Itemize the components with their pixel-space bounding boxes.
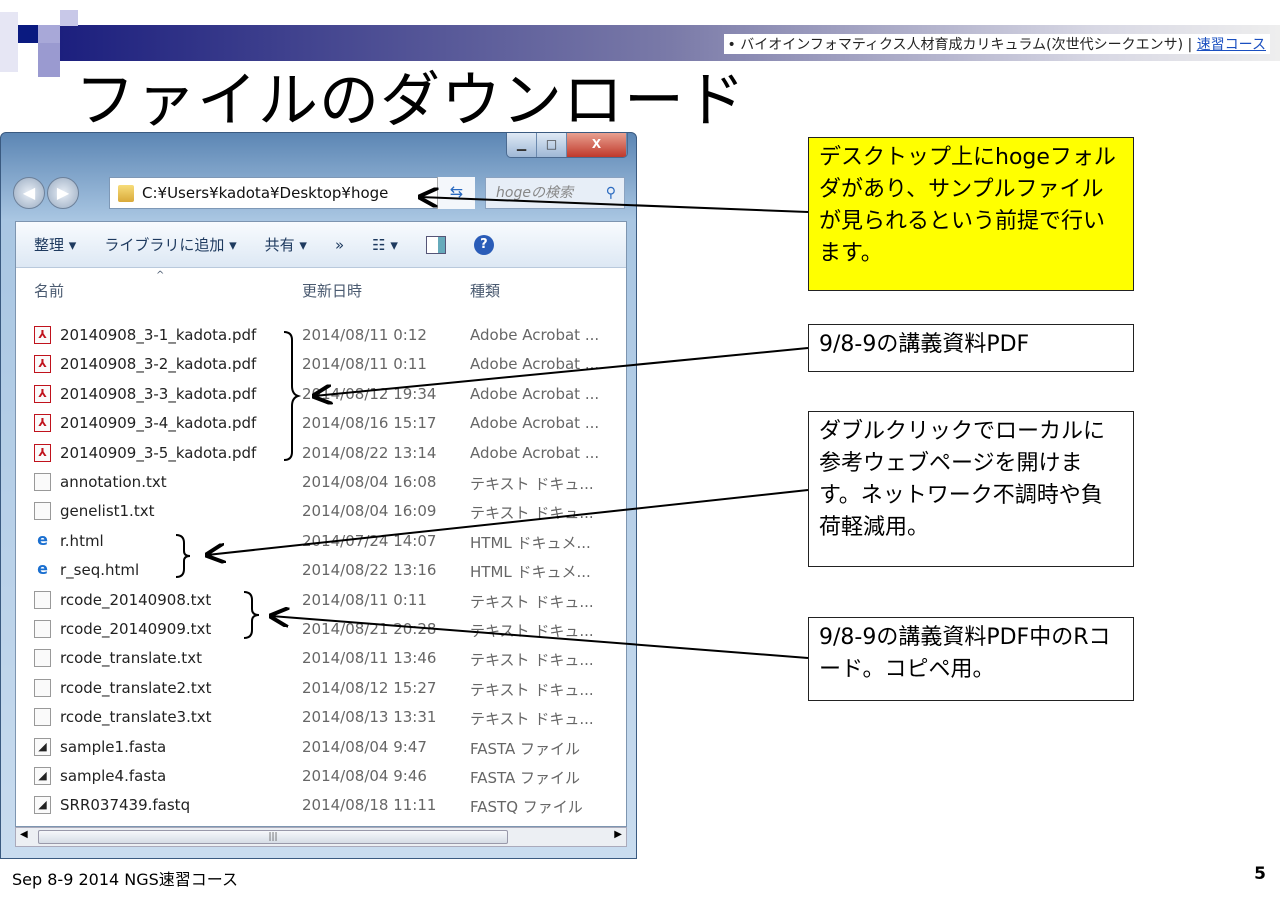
footer-text: Sep 8-9 2014 NGS速習コース <box>12 870 238 889</box>
annotation-arrows <box>175 0 809 659</box>
arrow-pdf <box>314 347 809 396</box>
arrow-html <box>207 489 809 555</box>
bracket-rcode <box>243 591 260 639</box>
arrow-hoge <box>420 197 809 213</box>
arrow-rcode <box>271 616 809 659</box>
bracket-pdf <box>283 331 302 461</box>
bracket-html <box>175 534 191 578</box>
page-number: 5 <box>1254 864 1266 884</box>
